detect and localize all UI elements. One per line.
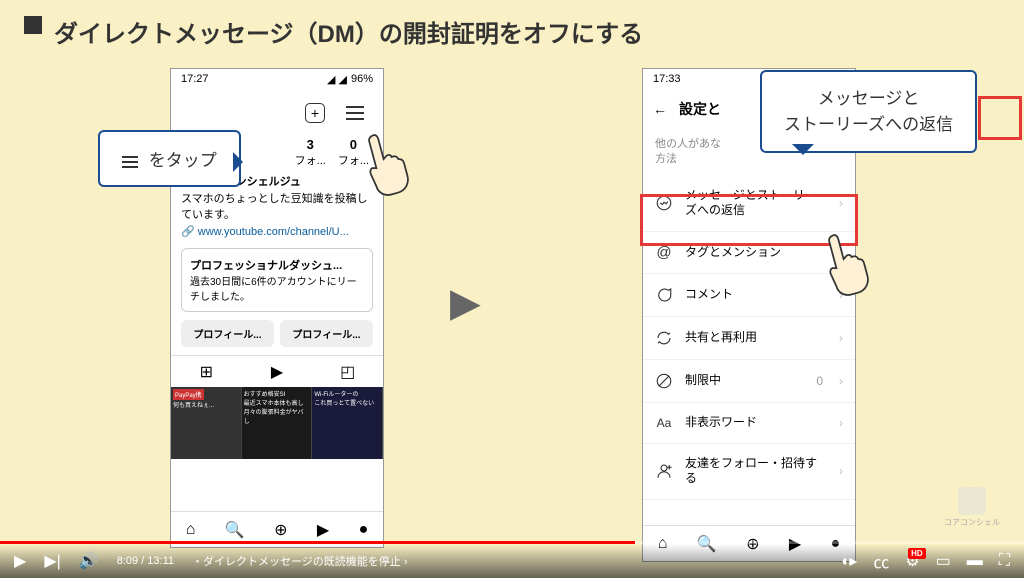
volume-button[interactable]: 🔊	[79, 551, 99, 571]
play-button[interactable]: ▶	[14, 551, 26, 571]
thumbnail: Wi-Fiルーターのこれ買っとて置べない	[312, 387, 383, 459]
next-button[interactable]: ▶|	[44, 551, 60, 571]
share-profile-button: プロフィール...	[280, 320, 373, 347]
status-time: 17:27	[181, 73, 209, 85]
chapter-title[interactable]: ・ダイレクトメッセージの既読機能を停止 ›	[192, 553, 408, 569]
settings-title: 設定と	[679, 99, 721, 119]
autoplay-toggle[interactable]: ◖▸	[840, 551, 858, 571]
settings-item-share: 共有と再利用 ›	[643, 317, 855, 360]
dash-text: 過去30日間に6件のアカウントにリーチしました。	[190, 273, 364, 303]
dash-title: プロフェッショナルダッシュ...	[190, 257, 364, 273]
callout-tap-hamburger: をタップ	[98, 130, 241, 187]
video-controls: ▶ ▶| 🔊 8:09 / 13:11 ・ダイレクトメッセージの既読機能を停止 …	[0, 544, 1024, 578]
chevron-right-icon: ›	[839, 416, 843, 430]
restricted-icon	[655, 372, 673, 390]
callout-select-item: メッセージと ストーリーズへの返信	[760, 70, 977, 153]
settings-button[interactable]: ⚙HD	[905, 551, 919, 571]
settings-item-invite: 友達をフォロー・招待する ›	[643, 444, 855, 500]
back-icon: ←	[653, 101, 667, 117]
fullscreen-button[interactable]: ⛶	[999, 552, 1010, 570]
stat-item: 3フォ...	[295, 137, 326, 168]
profile-icon: ●	[359, 521, 369, 539]
miniplayer-button[interactable]: ▭	[936, 551, 951, 571]
settings-item-hidden-words: Aa 非表示ワード ›	[643, 403, 855, 444]
post-thumbnails: PayPay携何も買えねぇ... おすすめ格安SI最近スマホ本体も高し月々の膨張…	[171, 387, 383, 459]
bio-link: 🔗 www.youtube.com/channel/U...	[181, 224, 373, 241]
comment-icon	[655, 286, 673, 304]
thumbnail: おすすめ格安SI最近スマホ本体も高し月々の膨張料金がヤバし	[242, 387, 313, 459]
chevron-right-icon: ›	[839, 374, 843, 388]
hd-badge: HD	[908, 548, 926, 559]
settings-item-restricted: 制限中 0 ›	[643, 360, 855, 403]
status-time: 17:33	[653, 73, 681, 85]
chevron-right-icon: ›	[839, 464, 843, 478]
arrow-right-icon: ▶	[450, 280, 481, 326]
time-display: 8:09 / 13:11	[117, 555, 174, 567]
status-right: ◢ ◢ 96%	[327, 73, 373, 86]
home-icon: ⌂	[186, 521, 196, 539]
hamburger-mini-icon	[122, 156, 138, 168]
chevron-right-icon: ›	[839, 331, 843, 345]
add-icon: ⊕	[274, 520, 287, 540]
captions-button[interactable]: ㏄	[873, 549, 889, 573]
video-frame: ダイレクトメッセージ（DM）の開封証明をオフにする 17:27 ◢ ◢ 96% …	[0, 0, 1024, 578]
edit-profile-button: プロフィール...	[181, 320, 274, 347]
channel-logo: コアコンシェル	[944, 487, 1000, 528]
highlight-hamburger	[978, 96, 1022, 140]
search-icon: 🔍	[225, 520, 245, 540]
grid-tab-icon: ⊞	[171, 362, 242, 382]
reels-tab-icon: ▶	[242, 362, 313, 382]
at-icon: @	[655, 244, 673, 261]
bio-text: スマホのちょっとした豆知識を投稿しています。	[181, 191, 373, 224]
count-badge: 0	[816, 374, 823, 388]
dashboard-card: プロフェッショナルダッシュ... 過去30日間に6件のアカウントにリーチしました…	[181, 248, 373, 312]
profile-buttons: プロフィール... プロフィール...	[171, 312, 383, 355]
text-icon: Aa	[655, 416, 673, 430]
battery-text: 96%	[351, 73, 373, 85]
refresh-icon	[655, 329, 673, 347]
thumbnail: PayPay携何も買えねぇ...	[171, 387, 242, 459]
add-person-icon	[655, 462, 673, 480]
add-post-icon: +	[305, 103, 325, 123]
hamburger-menu-icon[interactable]	[337, 95, 373, 131]
slide-title: ダイレクトメッセージ（DM）の開封証明をオフにする	[0, 14, 1024, 49]
theater-button[interactable]: ▬	[967, 552, 983, 570]
status-bar: 17:27 ◢ ◢ 96%	[171, 69, 383, 89]
tagged-tab-icon: ◰	[312, 362, 383, 382]
profile-tabs: ⊞ ▶ ◰	[171, 355, 383, 387]
reels-icon: ▶	[317, 520, 329, 540]
